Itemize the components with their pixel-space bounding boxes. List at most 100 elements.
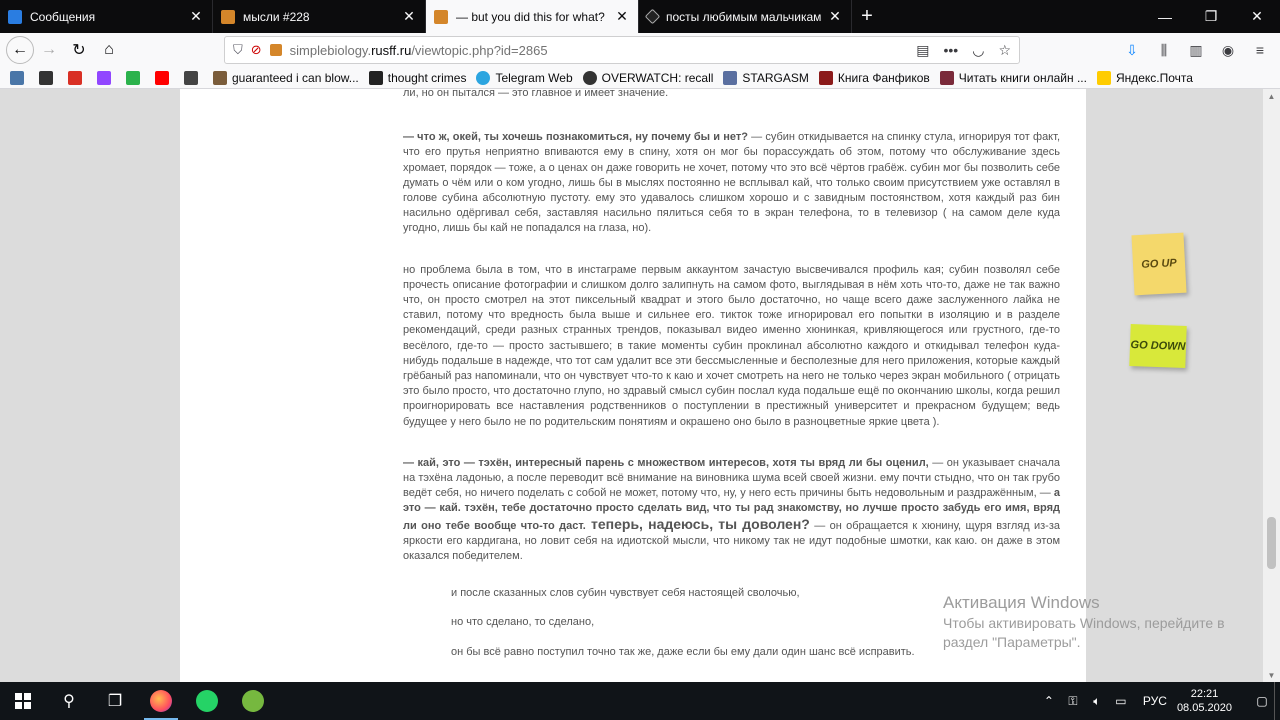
library-icon[interactable]: ⫼ [1152,36,1176,64]
bookmark-item[interactable] [10,70,29,85]
bookmark-item[interactable] [155,70,174,85]
volume-icon[interactable]: 🔈︎ [1085,694,1109,709]
twitch-icon [97,70,111,85]
bookmark-item[interactable]: Яндекс.Почта [1096,70,1193,85]
forum-favicon-icon [221,9,235,24]
shield-icon[interactable]: ⛉ [233,42,243,58]
start-button[interactable] [0,682,46,720]
system-tray: ⌃ ⚿ 🔈︎ ▭ РУС 22:21 08.05.2020 ▢ [1037,682,1280,720]
bookmark-item[interactable]: Читать книги онлайн ... [939,70,1087,85]
overwatch-icon [582,70,597,85]
language-indicator[interactable]: РУС [1143,694,1167,708]
tab-messages[interactable]: Сообщения ✕ [0,0,213,33]
bookmark-item[interactable] [97,70,116,85]
whatsapp-taskbar-icon[interactable] [184,682,230,720]
bookmarks-bar: guaranteed i can blow... thought crimes … [0,67,1280,89]
narration-text: — субин откидывается на спинку стула, иг… [403,131,1060,235]
firefox-taskbar-icon[interactable] [138,682,184,720]
dialogue-bold: — кай, это — тэхён, интересный парень с … [403,456,929,469]
network-icon[interactable]: ⚿ [1061,694,1085,709]
blocked-permissions-icon[interactable]: ⊘ [251,42,262,58]
new-tab-button[interactable]: + [852,0,882,33]
close-icon[interactable]: ✕ [401,8,417,25]
scroll-down-arrow-icon[interactable]: ▼ [1263,668,1280,682]
close-icon[interactable]: ✕ [614,8,630,25]
sidebar-icon[interactable]: ▥ [1184,36,1208,64]
gmail-icon [68,70,82,85]
tab-current-post[interactable]: — but you did this for what? ✕ [426,0,639,33]
tab-title: мысли #228 [243,9,310,24]
post-body: ли, но он пытался — это главное и имеет … [403,89,1060,660]
scrollbar-thumb[interactable] [1267,517,1276,569]
windows-activation-watermark: Активация Windows Чтобы активировать Win… [943,592,1243,652]
bookmark-item[interactable]: OVERWATCH: recall [582,70,713,85]
tab-thoughts[interactable]: мысли #228 ✕ [213,0,426,33]
windows-taskbar: ⚲ ❐ ⌃ ⚿ 🔈︎ ▭ РУС 22:21 08.05.2020 ▢ [0,682,1280,720]
bookmark-item[interactable]: Книга Фанфиков [818,70,930,85]
scroll-up-arrow-icon[interactable]: ▲ [1263,89,1280,103]
tab-title: Сообщения [30,9,96,24]
clock[interactable]: 22:21 08.05.2020 [1177,687,1232,715]
favicon-icon [269,44,282,56]
windows-logo-icon [15,693,31,709]
reload-button[interactable]: ↻ [64,36,94,64]
window-controls: — ❐ ✕ [1142,0,1280,33]
bookmark-item[interactable]: guaranteed i can blow... [213,70,359,85]
bookmark-item[interactable]: thought crimes [368,70,466,85]
url-prefix: simplebiology. [289,42,372,58]
utorrent-taskbar-icon[interactable] [230,682,276,720]
mail-icon [1096,70,1111,85]
bookmark-item[interactable] [68,70,87,85]
clock-date: 08.05.2020 [1176,702,1232,714]
downloads-icon[interactable]: ⇩ [1120,36,1144,64]
go-down-button[interactable]: GO DOWN [1129,324,1187,368]
bookmark-item[interactable] [39,70,58,85]
bookmark-item[interactable] [184,70,203,85]
action-center-icon[interactable]: ▢ [1250,694,1274,708]
back-button[interactable]: ← [6,36,34,64]
navigation-bar: ← → ↻ ⌂ ⛉ ⊘ simplebiology. rusff.ru/viewt… [0,33,1280,67]
tab-posts[interactable]: посты любимым мальчикам ✕ [639,0,852,33]
account-icon[interactable]: ◉ [1216,36,1240,64]
tab-title: посты любимым мальчикам [666,9,822,24]
page-actions-icon[interactable]: ••• [944,42,959,59]
post-paragraph: — что ж, окей, ты хочешь познакомиться, … [403,130,1060,236]
pocket-icon[interactable]: ◡ [972,42,984,59]
bookmark-item[interactable]: STARGASM [723,70,809,85]
activation-title: Активация Windows [943,593,1100,612]
url-host: rusff.ru [371,42,412,58]
bookmark-star-icon[interactable]: ☆ [998,42,1011,59]
image-icon [368,70,383,85]
book-icon [939,70,954,85]
close-window-icon[interactable]: ✕ [1234,0,1280,33]
bookmark-item[interactable]: Telegram Web [476,70,573,85]
task-view-icon[interactable]: ❐ [92,682,138,720]
feedly-icon [126,70,140,85]
tray-chevron-icon[interactable]: ⌃ [1037,694,1061,708]
bookmark-item[interactable] [126,70,145,85]
close-icon[interactable]: ✕ [827,8,843,25]
activation-text: Чтобы активировать Windows, перейдите в … [943,615,1225,650]
reader-view-icon[interactable]: ▤ [916,42,929,59]
minimize-icon[interactable]: — [1142,0,1188,33]
go-up-button[interactable]: GO UP [1131,232,1187,296]
page-scrollbar[interactable]: ▲ ▼ [1263,89,1280,682]
show-desktop-button[interactable] [1274,682,1280,720]
menu-icon[interactable]: ≡ [1248,36,1272,64]
forward-button[interactable]: → [34,36,64,64]
restore-icon[interactable]: ❐ [1188,0,1234,33]
bookmark-icon [39,70,53,85]
search-icon[interactable]: ⚲ [46,682,92,720]
url-path: /viewtopic.php?id=2865 [411,42,548,58]
close-icon[interactable]: ✕ [188,8,204,25]
image-icon [213,70,227,85]
vk-icon [10,70,24,85]
home-button[interactable]: ⌂ [94,36,124,64]
url-bar[interactable]: ⛉ ⊘ simplebiology. rusff.ru/viewtopic.php… [224,36,1020,64]
post-paragraph: — кай, это — тэхён, интересный парень с … [403,456,1060,564]
telegram-icon [476,70,491,85]
bookmark-label: Читать книги онлайн ... [958,70,1087,85]
notification-area-icon[interactable]: ▭ [1109,694,1133,708]
photoshop-icon [184,70,198,85]
bookmark-label: Книга Фанфиков [837,70,930,85]
